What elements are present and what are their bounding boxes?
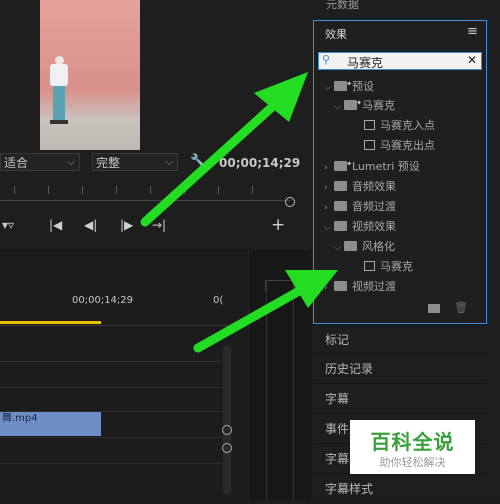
arrow-line-1 <box>140 93 287 227</box>
arrow-line-2 <box>193 281 313 353</box>
watermark-title: 百科全说 <box>370 430 455 454</box>
watermark-subtitle: 助你轻松解决 <box>379 456 446 469</box>
arrow-head-2 <box>285 270 338 308</box>
watermark-logo: 百科全说 助你轻松解决 <box>350 420 475 474</box>
